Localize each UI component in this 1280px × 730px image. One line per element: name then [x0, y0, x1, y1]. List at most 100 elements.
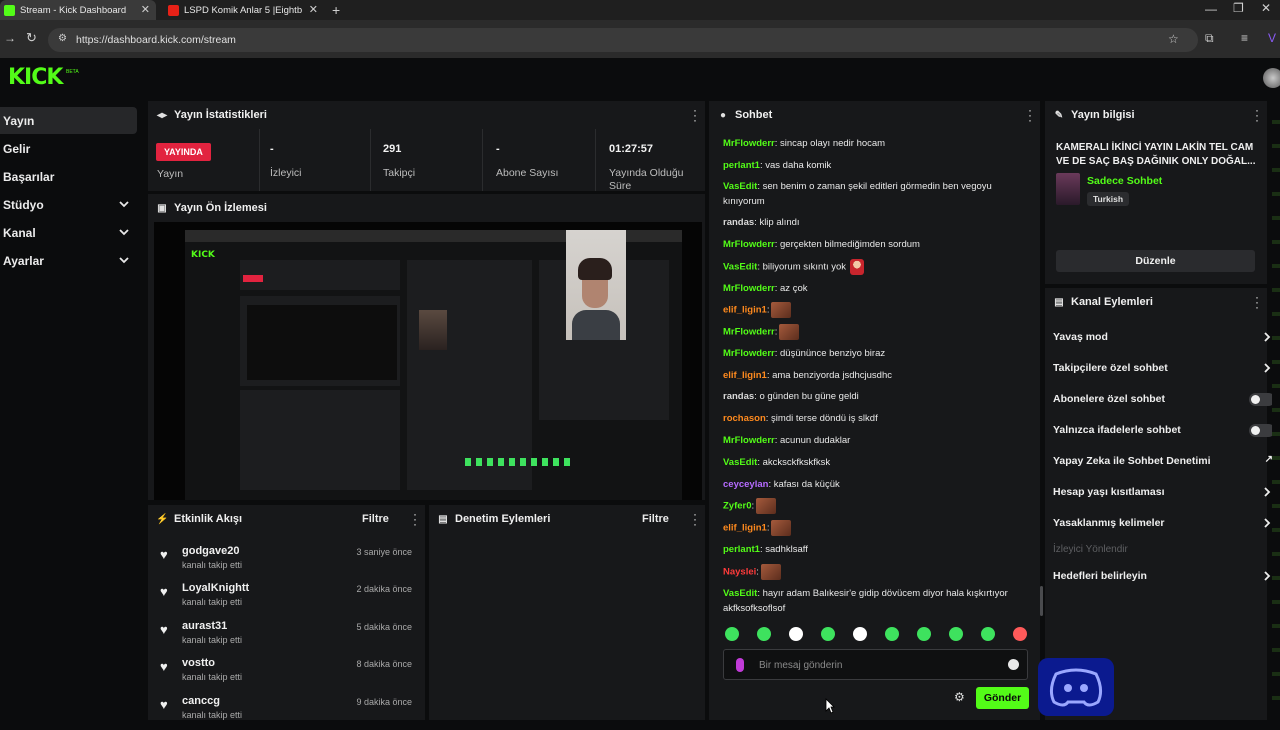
filter-button[interactable]: Filtre	[642, 513, 669, 525]
more-options-icon[interactable]: · · ·	[1255, 104, 1259, 126]
profile-icon[interactable]: V	[1268, 31, 1276, 45]
chat-username[interactable]: elif_ligin1	[723, 305, 767, 316]
webcam-feed	[566, 230, 626, 340]
close-window-icon[interactable]: ✕	[1261, 1, 1271, 15]
moderation-panel: ▤ Denetim Eylemleri Filtre · · ·	[429, 505, 705, 720]
activity-feed-panel: ⚡ Etkinlik Akışı Filtre · · · ♥ godgave20 …	[148, 505, 425, 720]
chat-text: acunun dudaklar	[780, 435, 851, 446]
chat-username[interactable]: MrFlowderr	[723, 348, 775, 359]
account-age-row[interactable]: Hesap yaşı kısıtlaması	[1053, 480, 1275, 504]
stat-live: YAYINDA Yayın	[148, 129, 260, 191]
sidebar-item-channel[interactable]: Kanal	[0, 219, 137, 246]
more-options-icon[interactable]: · · ·	[413, 508, 417, 530]
stat-viewers: - İzleyici	[270, 129, 370, 191]
microphone-icon[interactable]	[736, 658, 744, 672]
send-button[interactable]: Gönder	[976, 687, 1029, 709]
chat-text: sen benim o zaman şekil editleri görmedi…	[723, 181, 992, 207]
reload-icon[interactable]: ↻	[26, 30, 37, 46]
emote-icon[interactable]	[821, 627, 835, 641]
set-goals-row[interactable]: Hedefleri belirleyin	[1053, 564, 1275, 588]
feed-username[interactable]: LoyalKnightt	[182, 582, 249, 594]
chat-username[interactable]: elif_ligin1	[723, 370, 767, 381]
emote-icon[interactable]	[757, 627, 771, 641]
chat-message: MrFlowderr: sincap olayı nedir hocam	[723, 138, 886, 149]
banned-words-row[interactable]: Yasaklanmış kelimeler	[1053, 511, 1275, 535]
chat-username[interactable]: Zyfer0	[723, 501, 752, 512]
chat-username[interactable]: VasEdit	[723, 181, 757, 192]
feed-username[interactable]: vostto	[182, 657, 215, 669]
chat-username[interactable]: MrFlowderr	[723, 239, 775, 250]
chat-username[interactable]: VasEdit	[723, 457, 757, 468]
emoji-picker-icon[interactable]	[1008, 659, 1019, 670]
chat-settings-icon[interactable]: ⚙	[954, 690, 965, 704]
sidebar-item-stream[interactable]: Yayın	[0, 107, 137, 134]
chat-message: MrFlowderr:	[723, 324, 1023, 340]
emote-icon[interactable]	[981, 627, 995, 641]
emote-icon[interactable]	[853, 627, 867, 641]
media-control-icon[interactable]: ≡	[1241, 31, 1248, 45]
chevron-down-icon	[119, 201, 129, 208]
tab-title: LSPD Komik Anlar 5 |Eightborn	[184, 4, 302, 16]
more-options-icon[interactable]: · · ·	[693, 508, 697, 530]
chat-username[interactable]: MrFlowderr	[723, 138, 775, 149]
emote-icon[interactable]	[1013, 627, 1027, 641]
emote-icon[interactable]	[949, 627, 963, 641]
emote-icon[interactable]	[725, 627, 739, 641]
chat-username[interactable]: ceyceylan	[723, 479, 768, 490]
chat-username[interactable]: Nayslei	[723, 567, 756, 578]
subscribers-only-row: Abonelere özel sohbet	[1053, 387, 1275, 411]
close-tab-icon[interactable]: ✕	[309, 3, 318, 16]
followers-only-row[interactable]: Takipçilere özel sohbet	[1053, 356, 1275, 380]
bookmark-star-icon[interactable]: ☆	[1168, 32, 1179, 46]
chat-username[interactable]: elif_ligin1	[723, 523, 767, 534]
forward-icon[interactable]: →	[4, 31, 16, 45]
edge-decoration	[1272, 100, 1280, 720]
chat-username[interactable]: VasEdit	[723, 588, 757, 599]
more-options-icon[interactable]: · · ·	[1255, 291, 1259, 313]
filter-button[interactable]: Filtre	[362, 513, 389, 525]
chat-username[interactable]: MrFlowderr	[723, 327, 775, 338]
sidebar-item-studio[interactable]: Stüdyo	[0, 191, 137, 218]
more-options-icon[interactable]: · · ·	[1028, 104, 1032, 126]
sidebar-item-revenue[interactable]: Gelir	[0, 135, 137, 162]
browser-tab-kick[interactable]: Stream - Kick Dashboard ✕	[0, 0, 156, 20]
chat-username[interactable]: perlant1	[723, 160, 760, 171]
kick-logo[interactable]: KICK	[8, 65, 63, 90]
user-avatar[interactable]	[1263, 68, 1280, 88]
chat-username[interactable]: randas	[723, 391, 754, 402]
chat-input[interactable]: Bir mesaj gönderin	[723, 649, 1028, 680]
minimize-icon[interactable]: —	[1205, 2, 1217, 16]
emote-icon[interactable]	[917, 627, 931, 641]
feed-username[interactable]: aurast31	[182, 620, 227, 632]
feed-username[interactable]: canccg	[182, 695, 220, 707]
chat-username[interactable]: VasEdit	[723, 262, 757, 273]
category-name[interactable]: Sadece Sohbet	[1087, 175, 1162, 187]
feed-action: kanalı takip etti	[182, 672, 243, 682]
chat-username[interactable]: MrFlowderr	[723, 283, 775, 294]
address-bar[interactable]: ⚙ https://dashboard.kick.com/stream ☆	[48, 28, 1198, 52]
ai-moderation-row[interactable]: Yapay Zeka ile Sohbet Denetimi ↗	[1053, 449, 1275, 473]
more-options-icon[interactable]: · · ·	[693, 104, 697, 126]
sidebar-item-achievements[interactable]: Başarılar	[0, 163, 137, 190]
video-player[interactable]: KICK ▶ 🔇 ▣ ▭ ⛶ ⚙	[154, 222, 702, 500]
restore-icon[interactable]: ❐	[1233, 1, 1244, 15]
emote-icon[interactable]	[885, 627, 899, 641]
feed-username[interactable]: godgave20	[182, 545, 239, 557]
chat-username[interactable]: randas	[723, 217, 754, 228]
chat-scrollbar[interactable]	[1040, 586, 1043, 616]
extensions-icon[interactable]: ⧉	[1205, 31, 1214, 46]
new-tab-icon[interactable]: +	[332, 2, 340, 18]
edit-button[interactable]: Düzenle	[1056, 250, 1255, 272]
site-settings-icon[interactable]: ⚙	[58, 33, 67, 44]
sidebar-item-settings[interactable]: Ayarlar	[0, 247, 137, 274]
panel-title: Kanal Eylemleri	[1071, 296, 1153, 308]
close-tab-icon[interactable]: ✕	[141, 3, 150, 16]
browser-tab-youtube[interactable]: LSPD Komik Anlar 5 |Eightborn ✕	[164, 0, 324, 20]
chat-username[interactable]: rochason	[723, 413, 766, 424]
stat-label: Yayın	[157, 168, 184, 180]
list-icon: ▤	[1054, 296, 1064, 308]
emote-icon[interactable]	[789, 627, 803, 641]
chat-username[interactable]: perlant1	[723, 544, 760, 555]
chat-username[interactable]: MrFlowderr	[723, 435, 775, 446]
slow-mode-row[interactable]: Yavaş mod	[1053, 325, 1275, 349]
